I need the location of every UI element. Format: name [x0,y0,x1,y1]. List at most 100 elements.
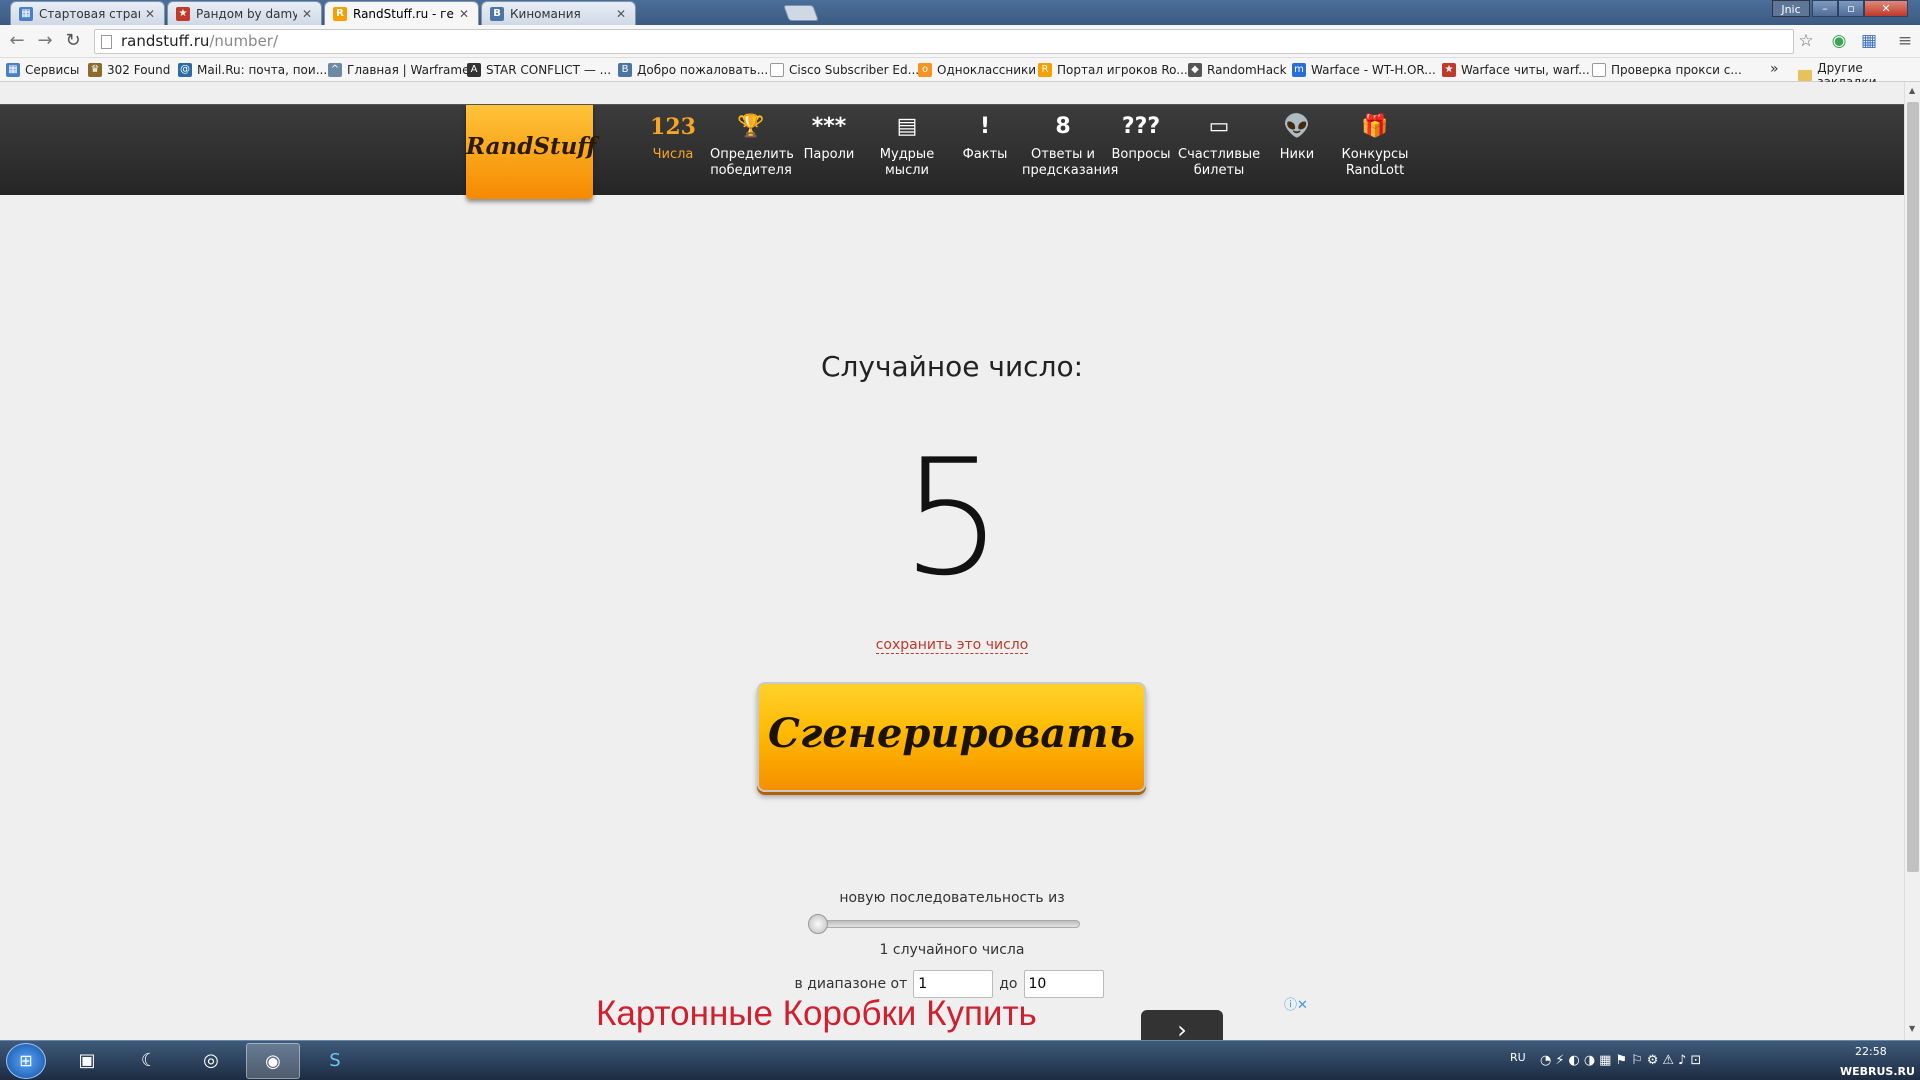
bookmark-mailru[interactable]: @ Mail.Ru: почта, пои... [178,61,327,79]
close-icon[interactable]: ✕ [458,7,470,21]
slider-handle[interactable] [808,914,828,934]
bookmarks-bar: ▦ Сервисы ♛ 302 Found @ Mail.Ru: почта, пои… [0,58,1920,89]
gift-icon: 🎁 [1361,114,1389,139]
scroll-down-icon[interactable]: ▼ [1909,1024,1915,1033]
bookmark-warface-cheats[interactable]: ★ Warface читы, warf... [1442,61,1590,79]
bookmark-label: Проверка прокси с... [1611,63,1742,77]
generate-button[interactable]: Сгенерировать [757,682,1146,792]
bookmark-label: Warface читы, warf... [1461,63,1590,77]
bookmark-warface-wt[interactable]: m Warface - WT-H.OR... [1292,61,1436,79]
back-button[interactable]: ← [6,30,28,52]
bookmark-label: Одноклассники [937,63,1037,77]
address-bar[interactable]: randstuff.ru/number/ [94,29,1794,54]
scroll-up-icon[interactable]: ▲ [1909,86,1915,95]
tab-kinomania[interactable]: B Киномания ✕ [481,1,636,25]
site-header: RandStuff 123 Числа 🏆 Определить победител… [0,104,1904,199]
close-icon[interactable]: ✕ [301,7,313,21]
nav-numbers[interactable]: 123 Числа [632,111,714,163]
minimize-button[interactable]: – [1812,0,1838,17]
skype-icon[interactable]: S [308,1043,362,1079]
folder-icon [1798,69,1813,81]
extension-icon[interactable]: ◉ [1828,30,1850,52]
save-number: сохранить это число [0,637,1904,654]
warframe-icon: ^ [328,63,342,77]
reload-button[interactable]: ↻ [62,30,84,52]
new-tab-button[interactable] [783,5,819,21]
chrome-icon[interactable]: ◉ [246,1043,300,1079]
bookmark-cisco[interactable]: Cisco Subscriber Ed... [770,61,919,79]
bookmark-star-icon[interactable]: ☆ [1795,30,1817,52]
page-scrollbar[interactable]: ▲ ▼ [1904,82,1920,1040]
bookmark-star-conflict[interactable]: A STAR CONFLICT — ... [467,61,611,79]
nav-randlott[interactable]: 🎁 Конкурсы RandLott [1334,111,1416,179]
count-slider[interactable] [808,914,1080,934]
nav-facts[interactable]: ! Факты [944,111,1026,163]
explorer-icon[interactable]: ▣ [60,1043,114,1079]
tab-random-by-damy[interactable]: ★ Рандом by damy - Стран ✕ [167,1,322,25]
ad-headline[interactable]: Картонные Коробки Купить [596,994,1037,1034]
nav-label: Определить победителя [710,147,794,178]
bookmark-label: Cisco Subscriber Ed... [789,63,920,77]
site-logo[interactable]: RandStuff [466,105,596,199]
tab-title: Стартовая страница - ви [39,6,140,21]
m-icon: m [1292,63,1306,77]
page-icon [101,35,112,49]
eight-ball-icon: 8 [1055,114,1071,139]
bookmark-vk[interactable]: B Добро пожаловать... [618,61,768,79]
nav-passwords[interactable]: *** Пароли [788,111,870,163]
save-number-link[interactable]: сохранить это число [875,637,1029,654]
bookmarks-overflow-button[interactable]: » [1770,61,1779,77]
star-icon: ★ [1442,63,1456,77]
range-to-label: до [999,976,1018,992]
close-icon[interactable]: ✕ [144,7,156,21]
url-host: randstuff.ru [121,32,210,50]
bookmark-services[interactable]: ▦ Сервисы [6,61,79,79]
tab-randstuff[interactable]: R RandStuff.ru - генератор ✕ [324,1,479,25]
grid-icon: ▦ [19,6,33,21]
bookmark-odnoklassniki[interactable]: o Одноклассники [918,61,1036,79]
moon-app-icon[interactable]: ☾ [122,1043,176,1079]
starconflict-icon: A [467,63,481,77]
page-title: Случайное число: [820,350,1084,383]
user-badge[interactable]: Jnic [1772,0,1810,17]
language-indicator[interactable]: RU [1510,1051,1526,1064]
clock[interactable]: 22:58 [1855,1045,1887,1058]
random-result: 5 [901,424,1003,611]
apps-icon[interactable]: ▦ [1858,30,1880,52]
menu-icon[interactable]: ≡ [1894,30,1916,52]
url-path: /number/ [209,32,279,50]
tab-title: RandStuff.ru - генератор [353,6,454,21]
close-window-button[interactable]: ✕ [1864,0,1908,17]
bookmark-portal[interactable]: R Портал игроков Ro... [1038,61,1188,79]
range-from-label: в диапазоне от [794,976,908,992]
bookmark-302-found[interactable]: ♛ 302 Found [88,61,170,79]
forward-button[interactable]: → [34,30,56,52]
nav-lucky-tickets[interactable]: ▭ Счастливые билеты [1178,111,1260,179]
nav-label: Ники [1279,147,1315,162]
nav-questions[interactable]: ??? Вопросы [1100,111,1182,163]
maximize-button[interactable]: ▫ [1838,0,1864,17]
close-icon[interactable]: ✕ [615,7,627,21]
star-icon: ★ [176,6,190,21]
nav-winner[interactable]: 🏆 Определить победителя [710,111,794,179]
system-tray-icons[interactable]: ◔⚡◐◑▦⚑⚐⚙⚠♪⊡ [1540,1053,1705,1068]
bookmark-warframe[interactable]: ^ Главная | Warframe [328,61,469,79]
ad-arrow-button[interactable]: › [1141,1010,1223,1040]
tab-start-page[interactable]: ▦ Стартовая страница - ви ✕ [10,1,165,25]
bookmark-label: RandomHack [1207,63,1287,77]
ticket-icon: ▭ [1208,114,1230,139]
browser-app-icon[interactable]: ◎ [184,1043,238,1079]
ad-info-icon[interactable]: ⓘ✕ [1284,994,1308,1013]
start-button[interactable]: ⊞ [6,1043,46,1079]
nav-wise-thoughts[interactable]: ▤ Мудрые мысли [866,111,948,179]
bookmark-randomhack[interactable]: ◆ RandomHack [1188,61,1287,79]
nav-label: Мудрые мысли [879,147,935,178]
r-icon: R [1038,63,1052,77]
bookmark-proxy-check[interactable]: Проверка прокси с... [1592,61,1742,79]
nav-answers[interactable]: 8 Ответы и предсказания [1022,111,1118,179]
scroll-thumb[interactable] [1907,102,1919,872]
trophy-icon: 🏆 [737,114,765,139]
nav-label: Конкурсы RandLott [1341,147,1409,178]
nav-nicknames[interactable]: 👽 Ники [1256,111,1338,163]
web-page: RandStuff 123 Числа 🏆 Определить победител… [0,82,1904,1040]
